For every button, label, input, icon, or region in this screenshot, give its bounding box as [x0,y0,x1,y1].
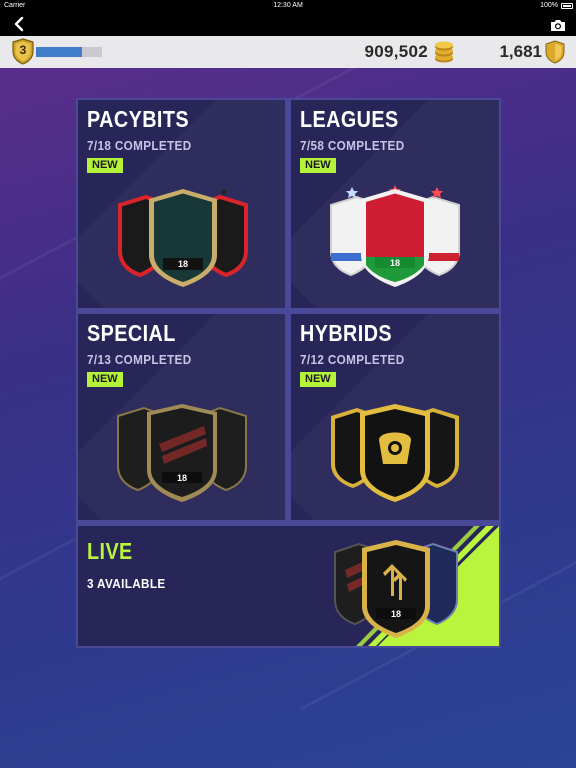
coins-balance: 909,502 [364,42,428,61]
xp-progress-fill [36,47,83,57]
new-badge: NEW [300,158,336,173]
card-progress: 7/12 COMPLETED [300,352,405,367]
camera-button[interactable] [550,17,566,31]
category-card-pacybits[interactable]: PACYBITS 7/18 COMPLETED NEW 18 [78,100,285,308]
card-availability: 3 AVAILABLE [87,576,166,591]
shield-label: 18 [391,609,401,619]
card-progress: 7/13 COMPLETED [87,352,192,367]
new-badge: NEW [300,372,336,387]
category-card-live[interactable]: LIVE 3 AVAILABLE 18 [78,526,499,646]
category-card-hybrids[interactable]: HYBRIDS 7/12 COMPLETED NEW [291,314,499,520]
pacybits-shields-icon: 18 [118,189,248,287]
hybrids-shields-icon [331,404,459,502]
new-badge: NEW [87,158,123,173]
shield-label: 18 [177,473,187,483]
sbc-category-grid: PACYBITS 7/18 COMPLETED NEW 18 LEAGUES 7… [76,98,501,648]
battery-icon [561,3,573,9]
card-title: PACYBITS [87,106,189,132]
category-card-leagues[interactable]: LEAGUES 7/58 COMPLETED NEW 18 [291,100,499,308]
category-card-special[interactable]: SPECIAL 7/13 COMPLETED NEW 18 [78,314,285,520]
live-shields-icon: 18 [334,540,458,638]
shield-label: 18 [178,259,188,269]
card-title: LEAGUES [300,106,399,132]
card-title: SPECIAL [87,320,176,346]
clock: 12:30 AM [273,2,303,9]
battery-label: 100% [540,2,558,9]
points-shield-icon [545,40,565,64]
nav-bar [0,12,576,36]
currency-bar: 3 909,502 1,681 [0,36,576,68]
points-balance: 1,681 [499,42,542,61]
xp-progress-bar [36,47,102,57]
back-button[interactable] [12,16,30,32]
coins-icon [435,41,453,63]
leagues-shields-icon: 18 [330,185,460,287]
shield-label: 18 [390,258,400,268]
special-shields-icon: 18 [117,404,247,502]
level-number: 3 [19,43,27,57]
new-badge: NEW [87,372,123,387]
status-bar: Carrier 12:30 AM 100% [0,0,576,12]
chevron-left-icon [14,16,24,32]
card-progress: 7/58 COMPLETED [300,138,405,153]
card-title: LIVE [87,538,133,564]
camera-icon [551,20,565,31]
card-title: HYBRIDS [300,320,393,346]
card-progress: 7/18 COMPLETED [87,138,192,153]
